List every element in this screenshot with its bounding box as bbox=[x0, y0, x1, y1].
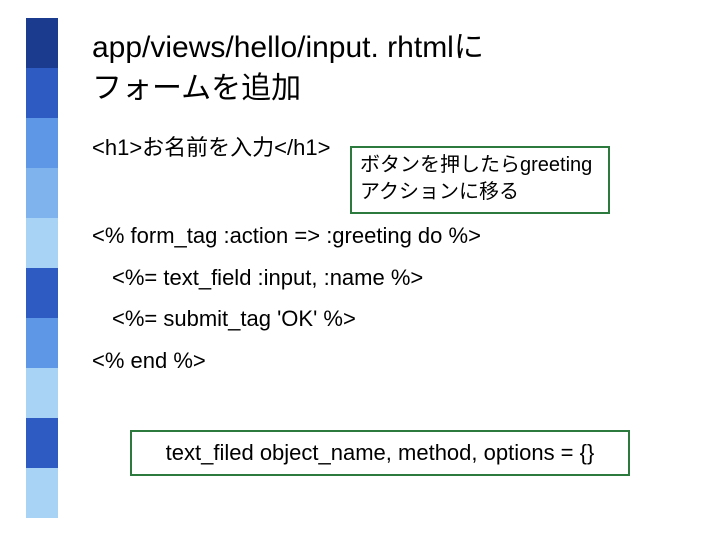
code-line-formtag: <% form_tag :action => :greeting do %> bbox=[92, 215, 692, 257]
callout2-text: text_filed object_name, method, options … bbox=[166, 440, 595, 465]
callout-textfield-signature: text_filed object_name, method, options … bbox=[130, 430, 630, 476]
callout-greeting-action: ボタンを押したらgreeting アクションに移る bbox=[350, 146, 610, 214]
title-line-2: フォームを追加 bbox=[92, 69, 692, 110]
sidebar-block bbox=[26, 318, 58, 368]
sidebar-block bbox=[26, 68, 58, 118]
sidebar-block bbox=[26, 168, 58, 218]
sidebar-block bbox=[26, 18, 58, 68]
title-line-1: app/views/hello/input. rhtmlに bbox=[92, 28, 692, 69]
sidebar-block bbox=[26, 468, 58, 518]
code-line-end: <% end %> bbox=[92, 340, 692, 382]
code-line-textfield: <%= text_field :input, :name %> bbox=[92, 257, 692, 299]
sidebar-block bbox=[26, 268, 58, 318]
slide-title: app/views/hello/input. rhtmlに フォームを追加 bbox=[92, 28, 692, 109]
sidebar-block bbox=[26, 118, 58, 168]
decorative-sidebar bbox=[26, 18, 58, 518]
callout1-line1: ボタンを押したらgreeting bbox=[360, 152, 600, 179]
callout1-line2: アクションに移る bbox=[360, 179, 600, 206]
sidebar-block bbox=[26, 218, 58, 268]
sidebar-block bbox=[26, 418, 58, 468]
sidebar-block bbox=[26, 368, 58, 418]
slide-stage: app/views/hello/input. rhtmlに フォームを追加 <h… bbox=[0, 0, 720, 540]
code-line-submit: <%= submit_tag 'OK' %> bbox=[92, 298, 692, 340]
